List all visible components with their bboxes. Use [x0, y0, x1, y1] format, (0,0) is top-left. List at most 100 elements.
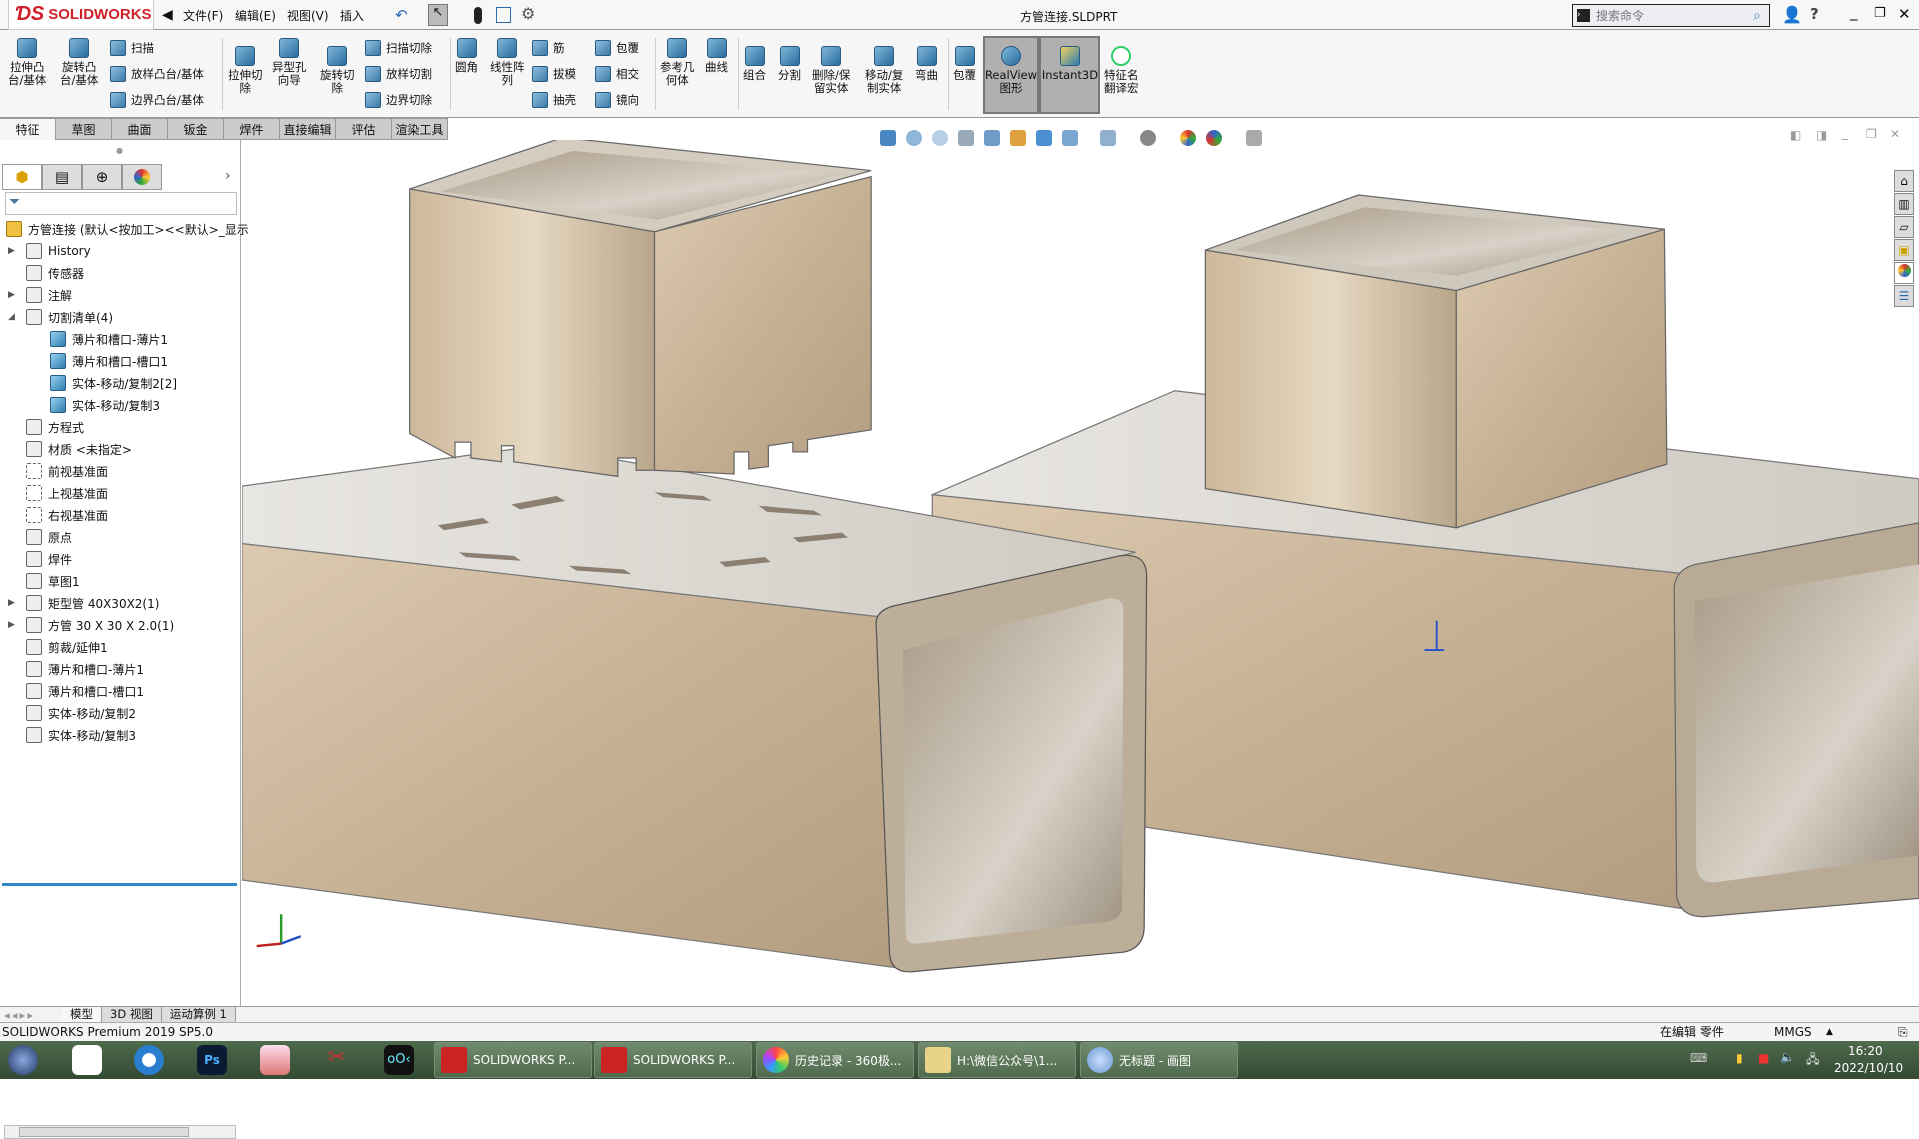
- tab-render-tools[interactable]: 渲染工具: [392, 118, 448, 140]
- viewport-restore-icon[interactable]: ❐: [1866, 127, 1877, 141]
- tab-evaluate[interactable]: 评估: [336, 118, 392, 140]
- graphics-area[interactable]: [242, 140, 1919, 1006]
- curves-button[interactable]: 曲线: [705, 38, 728, 74]
- tree-root-part[interactable]: 方管连接 (默认<按加工><<默认>_显示: [0, 218, 249, 240]
- rollback-bar[interactable]: [2, 883, 237, 886]
- tree-item[interactable]: 草图1: [0, 570, 240, 592]
- taskbar-paint[interactable]: 无标题 - 画图: [1080, 1042, 1238, 1078]
- tab-features[interactable]: 特征: [0, 118, 56, 140]
- solidworks-resources-icon[interactable]: ⌂: [1894, 170, 1914, 192]
- horizontal-scrollbar[interactable]: [4, 1125, 236, 1139]
- tab-3d-view[interactable]: 3D 视图: [102, 1006, 162, 1023]
- clock-date[interactable]: 2022/10/10: [1834, 1061, 1903, 1075]
- split-button[interactable]: 分割: [778, 46, 801, 82]
- viewport-tile-right-icon[interactable]: ◨: [1816, 128, 1827, 142]
- tree-item[interactable]: ▶ History: [0, 240, 240, 262]
- configuration-manager-tab[interactable]: ⊕: [82, 164, 122, 190]
- intersect-button[interactable]: 相交: [595, 66, 639, 82]
- tree-item[interactable]: 实体-移动/复制2: [0, 702, 240, 724]
- menu-view[interactable]: 视图(V): [287, 7, 329, 24]
- volume-icon[interactable]: 🔈: [1780, 1050, 1795, 1064]
- appearances-scenes-icon[interactable]: [1894, 262, 1914, 284]
- feature-manager-tab[interactable]: ⬢: [2, 164, 42, 190]
- options-gear-icon[interactable]: ⚙: [521, 4, 535, 23]
- display-manager-tab[interactable]: [122, 164, 162, 190]
- revolved-boss-button[interactable]: 旋转凸 台/基体: [60, 38, 98, 87]
- menu-collapse-arrow[interactable]: ◀: [162, 7, 173, 23]
- tab-motion-study[interactable]: 运动算例 1: [161, 1006, 236, 1023]
- search-command-box[interactable]: › 搜索命令 ⌕: [1572, 4, 1770, 27]
- tree-item[interactable]: 实体-移动/复制3: [0, 394, 240, 416]
- tab-surfaces[interactable]: 曲面: [112, 118, 168, 140]
- ok-app-icon[interactable]: oO‹: [384, 1045, 414, 1075]
- reference-geometry-button[interactable]: 参考几 何体: [660, 38, 695, 87]
- tree-item[interactable]: 实体-移动/复制3: [0, 724, 240, 746]
- taskbar-solidworks-1[interactable]: SOLIDWORKS P...: [434, 1042, 592, 1078]
- snipping-tool-icon[interactable]: ✂: [322, 1045, 352, 1075]
- user-icon[interactable]: 👤: [1782, 5, 1802, 24]
- design-library-icon[interactable]: ▥: [1894, 193, 1914, 215]
- boundary-cut-button[interactable]: 边界切除: [365, 92, 432, 108]
- section-view-icon[interactable]: [984, 130, 1000, 146]
- fillet-button[interactable]: 圆角: [455, 38, 478, 74]
- square-tube-left[interactable]: [409, 140, 872, 478]
- file-properties-icon[interactable]: [496, 7, 511, 23]
- menu-file[interactable]: 文件(F): [183, 7, 223, 24]
- help-icon[interactable]: ?: [1810, 5, 1819, 23]
- hole-wizard-button[interactable]: 异型孔 向导: [272, 38, 307, 87]
- tree-item[interactable]: 传感器: [0, 262, 240, 284]
- swept-boss-button[interactable]: 扫描: [110, 40, 154, 56]
- tree-item[interactable]: ▶ 方管 30 X 30 X 2.0(1): [0, 614, 240, 636]
- 3d-model-view[interactable]: [242, 140, 1919, 1006]
- lofted-boss-button[interactable]: 放样凸台/基体: [110, 66, 204, 82]
- square-tube-right[interactable]: [1204, 194, 1668, 529]
- unit-system-selector[interactable]: MMGS: [1774, 1023, 1812, 1041]
- expand-toggle-icon[interactable]: ▶: [8, 290, 15, 300]
- realview-button[interactable]: RealView 图形: [985, 46, 1037, 95]
- monitor-display-icon[interactable]: [1246, 130, 1262, 146]
- panel-splitter-handle[interactable]: ●: [116, 146, 123, 155]
- tab-sheet-metal[interactable]: 钣金: [168, 118, 224, 140]
- zoom-to-fit-icon[interactable]: [906, 130, 922, 146]
- baidu-netdisk-icon[interactable]: [72, 1045, 102, 1075]
- zoom-to-area-icon[interactable]: [932, 130, 948, 146]
- tree-item[interactable]: 上视基准面: [0, 482, 240, 504]
- custom-properties-icon[interactable]: ☰: [1894, 285, 1914, 307]
- scrollbar-thumb[interactable]: [19, 1127, 189, 1137]
- wrap-large-button[interactable]: 包覆: [953, 46, 976, 82]
- app-tray-icon[interactable]: ■: [1758, 1051, 1769, 1065]
- tab-scroll-arrows[interactable]: ◂◂▸▸: [0, 1008, 62, 1022]
- boundary-boss-button[interactable]: 边界凸台/基体: [110, 92, 204, 108]
- hide-show-items-icon[interactable]: [1100, 130, 1116, 146]
- expand-toggle-icon[interactable]: ▶: [8, 246, 15, 256]
- revolved-cut-button[interactable]: 旋转切 除: [320, 46, 355, 95]
- expand-toggle-icon[interactable]: ▶: [8, 620, 15, 630]
- menu-edit[interactable]: 编辑(E): [235, 7, 276, 24]
- taskbar-solidworks-2[interactable]: SOLIDWORKS P...: [594, 1042, 752, 1078]
- tree-item[interactable]: 原点: [0, 526, 240, 548]
- tree-item[interactable]: 右视基准面: [0, 504, 240, 526]
- units-arrow-icon[interactable]: ▲: [1826, 1023, 1833, 1041]
- search-icon[interactable]: ⌕: [1753, 8, 1761, 24]
- tree-item[interactable]: ▶ 注解: [0, 284, 240, 306]
- shell-button[interactable]: 抽壳: [532, 92, 576, 108]
- panel-expand-chevron-icon[interactable]: ›: [225, 168, 231, 184]
- view-orientation-icon[interactable]: [880, 130, 896, 146]
- expand-toggle-icon[interactable]: ◢: [8, 312, 15, 322]
- tree-item[interactable]: 实体-移动/复制2[2]: [0, 372, 240, 394]
- tree-item[interactable]: 薄片和槽口-薄片1: [0, 328, 240, 350]
- lofted-cut-button[interactable]: 放样切割: [365, 66, 432, 82]
- tree-filter-box[interactable]: ⏷: [5, 192, 237, 215]
- flag-tray-icon[interactable]: ▮: [1736, 1051, 1743, 1065]
- keyboard-tray-icon[interactable]: ⌨: [1690, 1051, 1707, 1065]
- flex-button[interactable]: 弯曲: [915, 46, 938, 82]
- taskbar-explorer[interactable]: H:\微信公众号\1...: [918, 1042, 1076, 1078]
- property-manager-tab[interactable]: ▤: [42, 164, 82, 190]
- menu-insert[interactable]: 插入: [340, 7, 364, 24]
- move-copy-body-button[interactable]: 移动/复 制实体: [865, 46, 903, 95]
- view-cube-icon[interactable]: [1036, 130, 1052, 146]
- viewport-tile-left-icon[interactable]: ◧: [1790, 128, 1801, 142]
- extruded-boss-button[interactable]: 拉伸凸 台/基体: [8, 38, 46, 87]
- clock-time[interactable]: 16:20: [1848, 1044, 1883, 1058]
- mirror-button[interactable]: 镜向: [595, 92, 639, 108]
